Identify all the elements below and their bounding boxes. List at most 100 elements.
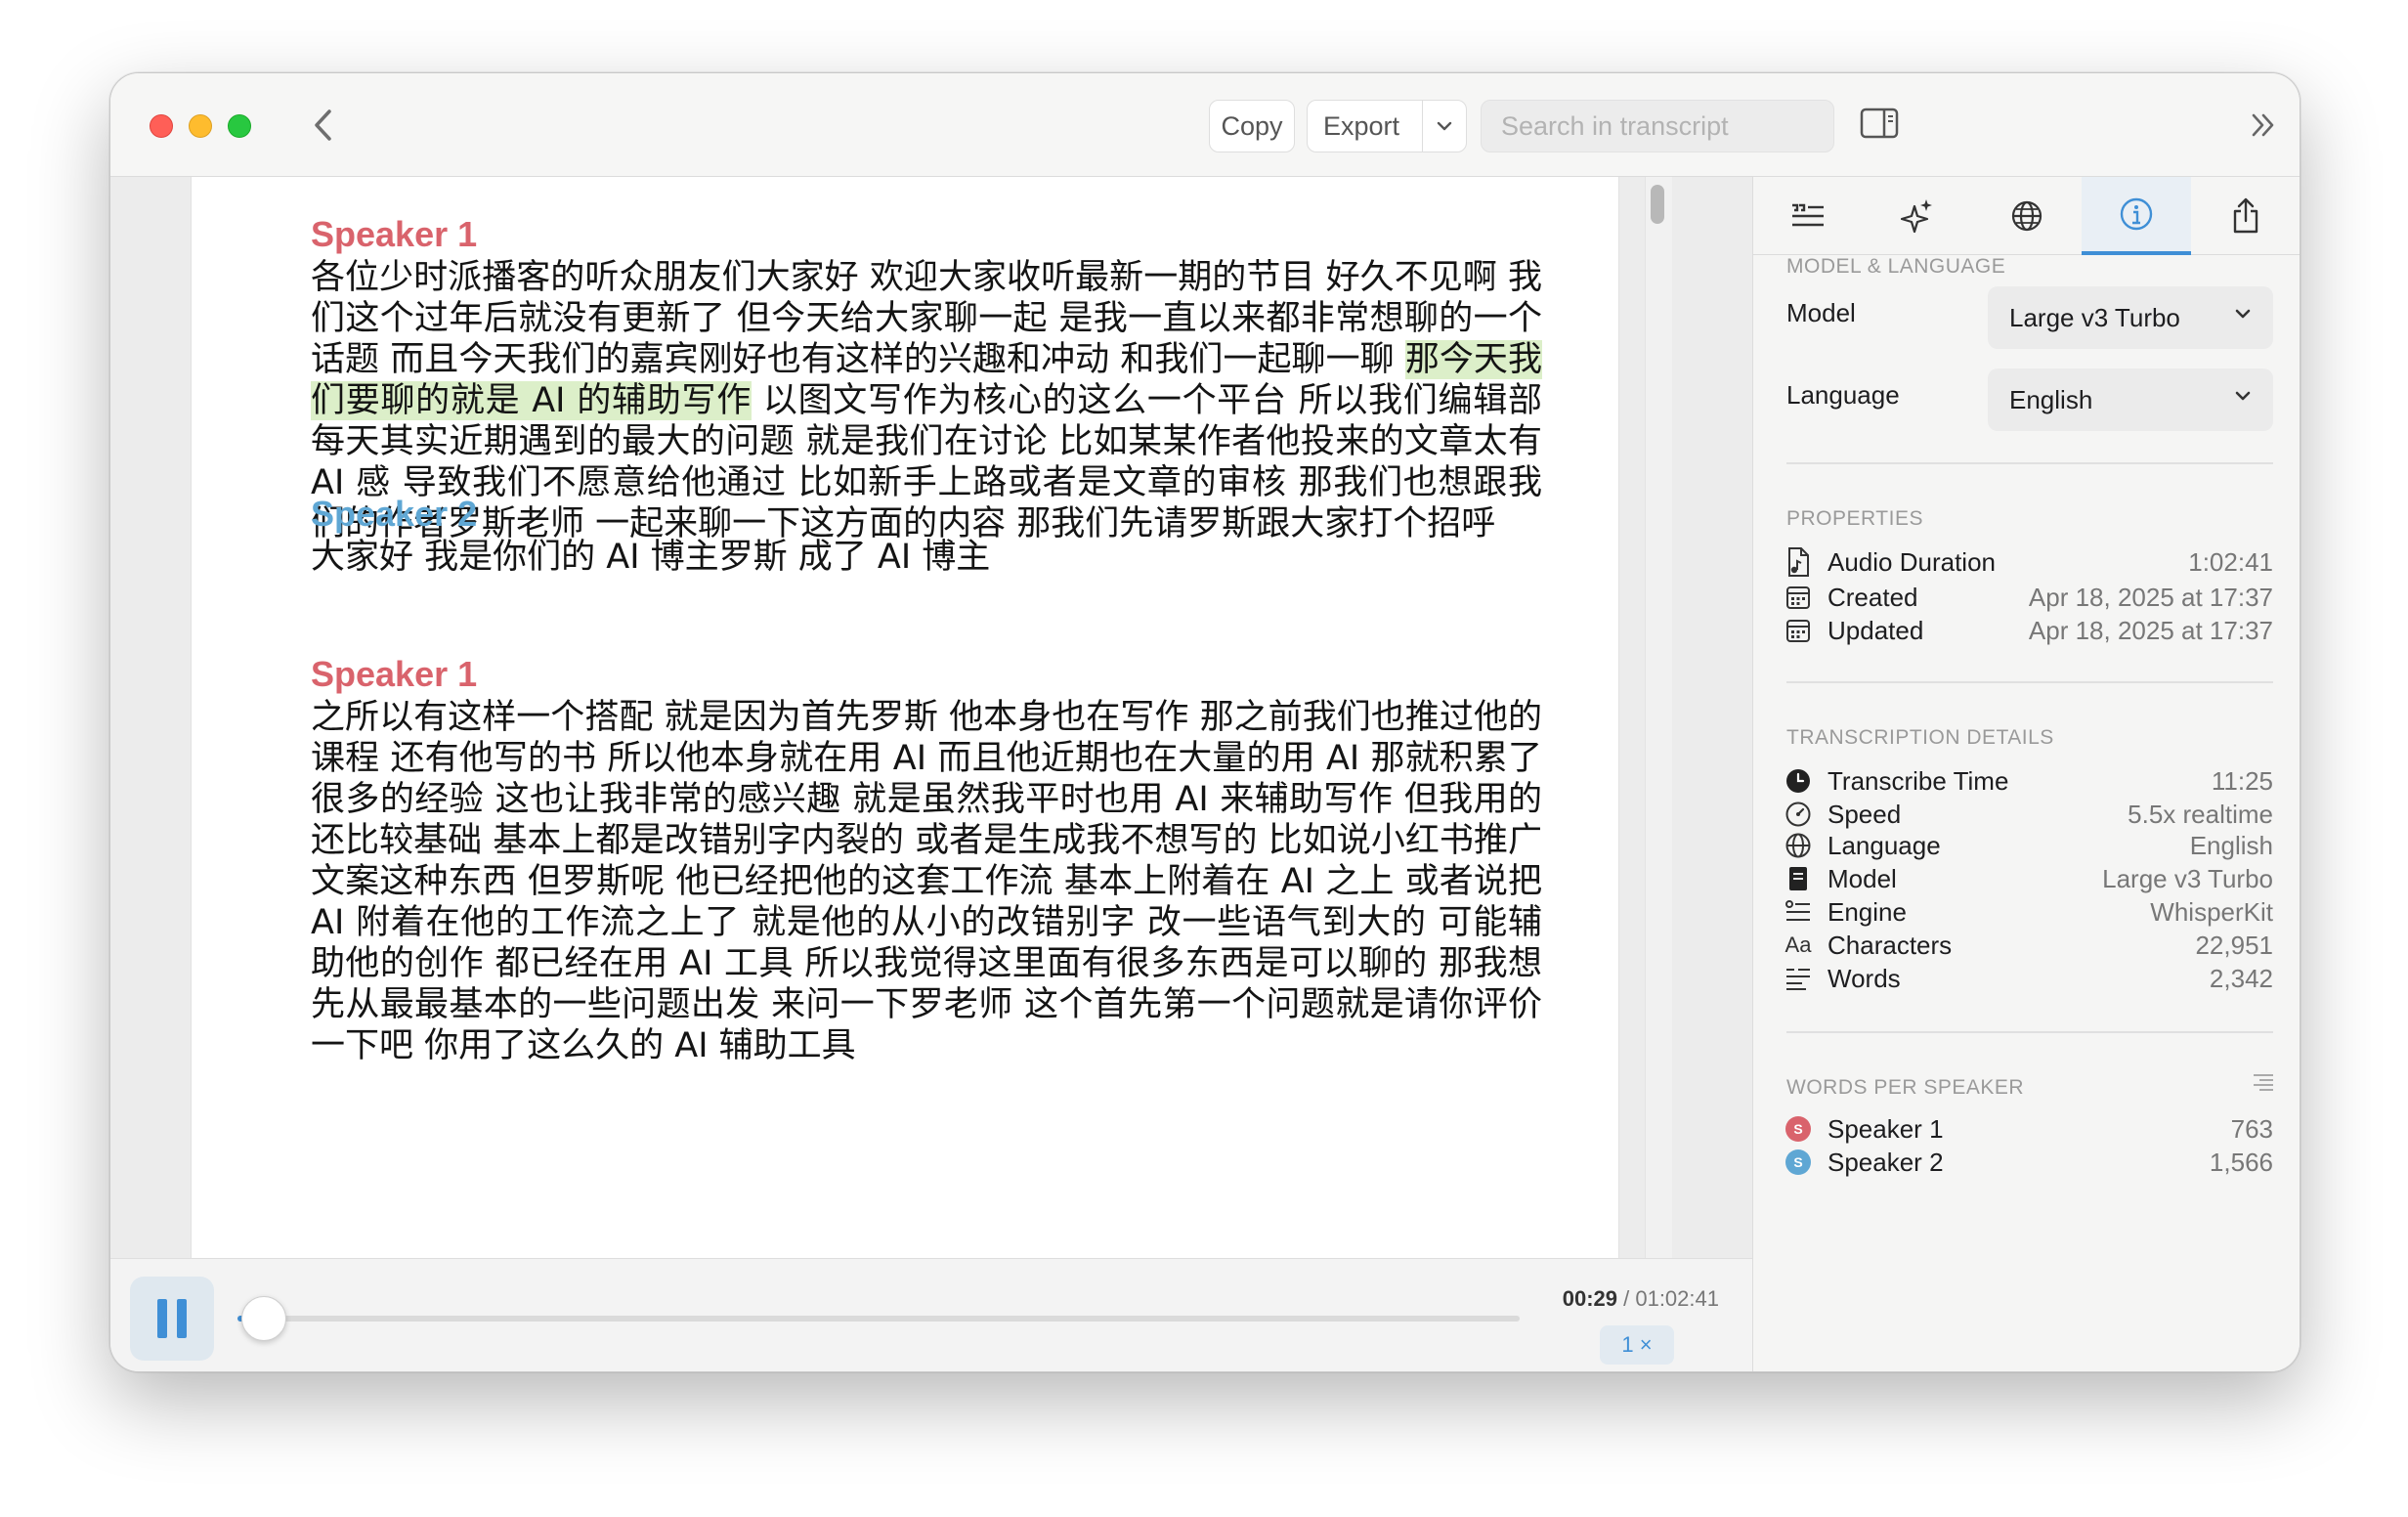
detail-value: 5.5x realtime bbox=[2128, 799, 2273, 829]
quote-list-icon bbox=[1792, 203, 1824, 227]
speaker-badge-wrap: S bbox=[1783, 1147, 1814, 1178]
speaker-label[interactable]: Speaker 2 bbox=[311, 492, 1542, 537]
speaker-label[interactable]: Speaker 1 bbox=[311, 212, 1542, 257]
text-size-icon: Aa bbox=[1784, 932, 1812, 957]
progress-thumb[interactable] bbox=[241, 1296, 286, 1341]
model-select[interactable]: Large v3 Turbo bbox=[1988, 286, 2273, 349]
language-label: Language bbox=[1786, 380, 1900, 410]
tab-share[interactable] bbox=[2191, 177, 2300, 255]
calendar-icon bbox=[1783, 582, 1814, 613]
copy-button[interactable]: Copy bbox=[1209, 100, 1295, 152]
detail-value: Large v3 Turbo bbox=[2102, 863, 2273, 893]
detail-label: Model bbox=[1828, 863, 1897, 893]
speaker-badge: S bbox=[1785, 1116, 1811, 1142]
pause-icon bbox=[157, 1299, 167, 1338]
utterance-text[interactable]: 之所以有这样一个搭配 就是因为首先罗斯 他本身也在写作 那之前我们也推过他的课程… bbox=[311, 697, 1542, 1066]
speaker-badge-wrap: S bbox=[1783, 1113, 1814, 1145]
double-chevron-right-icon bbox=[2252, 113, 2274, 137]
scrollbar-thumb[interactable] bbox=[1651, 185, 1664, 224]
text-lines-icon bbox=[1783, 963, 1814, 994]
transcript-segment: Speaker 1 之所以有这样一个搭配 就是因为首先罗斯 他本身也在写作 那之… bbox=[311, 652, 1542, 1066]
document-icon bbox=[1783, 863, 1814, 894]
inspector-tabs bbox=[1753, 177, 2300, 255]
detail-label: Speed bbox=[1828, 799, 1902, 829]
section-title-transcription-details: TRANSCRIPTION DETAILS bbox=[1786, 726, 2054, 749]
playback-speed-button[interactable]: 1 × bbox=[1600, 1325, 1674, 1365]
detail-value: 2,342 bbox=[2209, 963, 2273, 993]
language-select[interactable]: English bbox=[1988, 368, 2273, 431]
scrollbar[interactable] bbox=[1645, 177, 1672, 1258]
speaker-name: Speaker 2 bbox=[1828, 1147, 1944, 1177]
sort-list-button[interactable] bbox=[2252, 1072, 2275, 1097]
share-icon bbox=[2233, 197, 2258, 234]
current-time: 00:29 bbox=[1562, 1286, 1617, 1311]
detail-label: Transcribe Time bbox=[1828, 765, 2009, 796]
tab-info[interactable] bbox=[2082, 177, 2191, 255]
speaker-words: 1,566 bbox=[2209, 1147, 2273, 1177]
detail-value: 22,951 bbox=[2195, 930, 2273, 960]
language-select-value: English bbox=[2009, 384, 2093, 414]
zoom-window-button[interactable] bbox=[228, 114, 251, 138]
back-chevron-icon bbox=[315, 109, 331, 141]
chevron-down-icon bbox=[2235, 309, 2251, 319]
calendar-icon bbox=[1783, 615, 1814, 646]
expand-button[interactable] bbox=[2249, 110, 2278, 140]
speaker-words: 763 bbox=[2230, 1113, 2273, 1144]
property-label: Audio Duration bbox=[1828, 546, 1996, 577]
property-value: Apr 18, 2025 at 17:37 bbox=[2028, 582, 2273, 612]
divider bbox=[1786, 1031, 2273, 1033]
speaker-word-count[interactable]: S Speaker 2 1,566 bbox=[1783, 1143, 2273, 1182]
title-bar: Copy Export bbox=[110, 73, 2300, 177]
tab-transcript[interactable] bbox=[1753, 177, 1863, 255]
property-label: Created bbox=[1828, 582, 1918, 612]
export-menu-button[interactable] bbox=[1423, 121, 1466, 131]
section-title-properties: PROPERTIES bbox=[1786, 507, 1923, 530]
close-window-button[interactable] bbox=[150, 114, 173, 138]
divider bbox=[1786, 681, 2273, 683]
transcript-page: Speaker 1 各位少时派播客的听众朋友们大家好 欢迎大家收听最新一期的节目… bbox=[191, 177, 1619, 1258]
total-time: / 01:02:41 bbox=[1623, 1286, 1719, 1311]
speaker-label[interactable]: Speaker 1 bbox=[311, 652, 1542, 697]
chevron-down-icon bbox=[1437, 121, 1452, 131]
search-input[interactable] bbox=[1481, 100, 1834, 152]
detail-label: Characters bbox=[1828, 930, 1953, 960]
section-title-words-per-speaker: WORDS PER SPEAKER bbox=[1786, 1076, 2025, 1099]
detail-label: Language bbox=[1828, 830, 1941, 860]
audio-player: 00:29 / 01:02:41 1 × bbox=[110, 1258, 1752, 1371]
sparkles-icon bbox=[1901, 199, 1932, 234]
export-label: Export bbox=[1323, 110, 1400, 141]
detail-value: 11:25 bbox=[2211, 765, 2273, 796]
model-label: Model bbox=[1786, 298, 1856, 327]
clock-icon bbox=[1783, 765, 1814, 797]
chevron-down-icon bbox=[2235, 391, 2251, 401]
model-select-value: Large v3 Turbo bbox=[2009, 302, 2180, 332]
progress-slider[interactable] bbox=[237, 1316, 1520, 1322]
sidebar-icon bbox=[1860, 108, 1899, 139]
back-button[interactable] bbox=[304, 103, 343, 148]
property-updated: Updated Apr 18, 2025 at 17:37 bbox=[1783, 611, 2273, 650]
detail-value: WhisperKit bbox=[2150, 896, 2273, 927]
time-readout: 00:29 / 01:02:41 bbox=[1563, 1286, 1719, 1312]
sidebar-toggle-button[interactable] bbox=[1860, 107, 1899, 144]
property-audio-duration: Audio Duration 1:02:41 bbox=[1783, 542, 2273, 582]
tab-ai[interactable] bbox=[1863, 177, 1972, 255]
export-button[interactable]: Export bbox=[1307, 100, 1467, 152]
globe-icon bbox=[2011, 200, 2042, 232]
detail-words: Words 2,342 bbox=[1783, 959, 2273, 998]
list-icon bbox=[2254, 1074, 2273, 1091]
section-title-model-language: MODEL & LANGUAGE bbox=[1786, 255, 2006, 278]
property-label: Updated bbox=[1828, 615, 1924, 645]
pause-icon bbox=[177, 1299, 187, 1338]
divider bbox=[1786, 462, 2273, 464]
inspector-panel: MODEL & LANGUAGE Model Large v3 Turbo La… bbox=[1752, 177, 2300, 1371]
utterance-text[interactable]: 大家好 我是你们的 AI 博主罗斯 成了 AI 博主 bbox=[311, 537, 1542, 578]
tab-translate[interactable] bbox=[1972, 177, 2082, 255]
transcript-segment: Speaker 2 大家好 我是你们的 AI 博主罗斯 成了 AI 博主 bbox=[311, 492, 1542, 578]
info-icon bbox=[2120, 197, 2153, 231]
pause-button[interactable] bbox=[130, 1277, 214, 1361]
app-window: Copy Export Speaker 1 各位少时派播客的听众朋友们大家好 欢… bbox=[109, 72, 2300, 1372]
speaker-name: Speaker 1 bbox=[1828, 1113, 1944, 1144]
detail-label: Engine bbox=[1828, 896, 1907, 927]
minimize-window-button[interactable] bbox=[189, 114, 212, 138]
property-value: 1:02:41 bbox=[2188, 546, 2273, 577]
